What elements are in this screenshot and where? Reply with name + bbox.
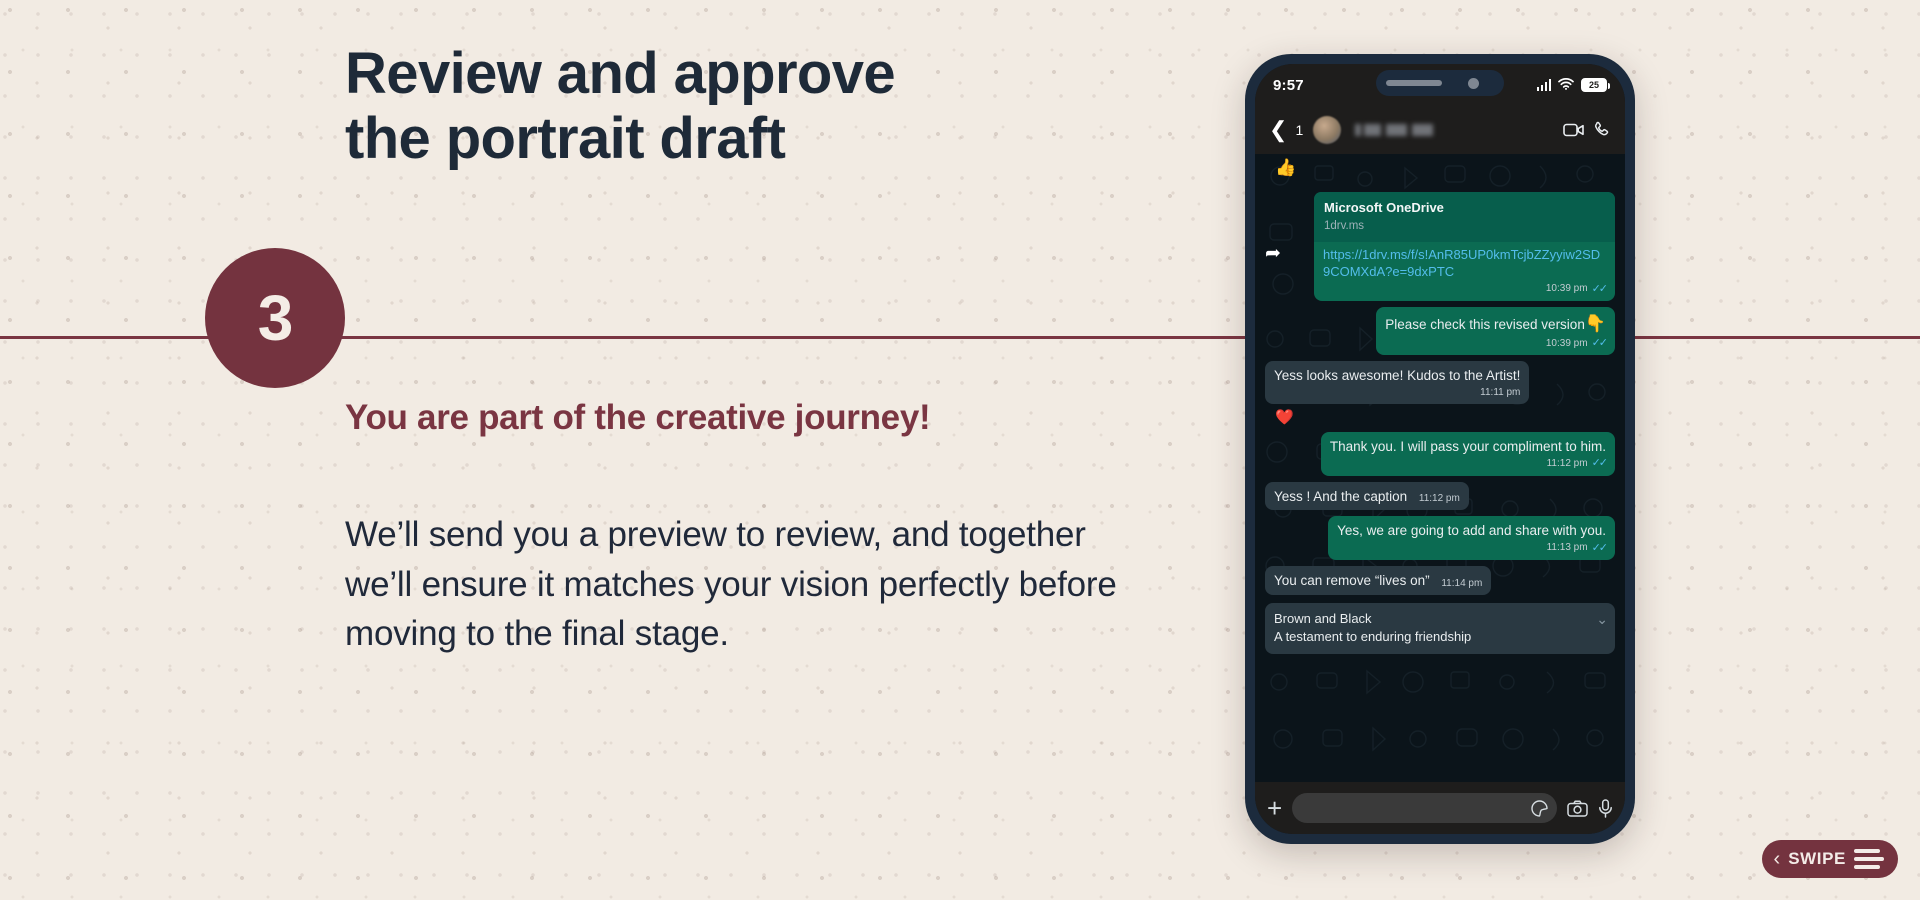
phone-screen: 9:57 25 ❮ 1 👍 ➦ Microsoft OneDrive 1drv.… — [1255, 64, 1625, 834]
message-text: Yess looks awesome! Kudos to the Artist! — [1274, 368, 1521, 384]
message-bubble-incoming[interactable]: Yess ! And the caption 11:12 pm — [1265, 481, 1469, 511]
message-timestamp: 11:12 pm — [1418, 493, 1460, 505]
message-meta: 10:39 pm ✓✓ — [1385, 336, 1609, 350]
message-row[interactable]: Yess looks awesome! Kudos to the Artist!… — [1265, 361, 1615, 404]
phone-mockup: 9:57 25 ❮ 1 👍 ➦ Microsoft OneDrive 1drv.… — [1245, 54, 1635, 844]
message-bubble-outgoing[interactable]: Microsoft OneDrive 1drv.ms https://1drv.… — [1314, 192, 1615, 301]
subtitle: You are part of the creative journey! — [345, 398, 931, 437]
read-receipt-icon: ✓✓ — [1591, 337, 1609, 349]
message-text: Yes, we are going to add and share with … — [1337, 523, 1606, 539]
chat-message-list[interactable]: 👍 ➦ Microsoft OneDrive 1drv.ms https://1… — [1255, 154, 1625, 782]
message-timestamp: 11:11 pm — [1480, 386, 1521, 398]
page-title: Review and approve the portrait draft — [345, 41, 896, 171]
sticker-icon[interactable] — [1531, 799, 1548, 817]
message-bubble-outgoing[interactable]: Thank you. I will pass your compliment t… — [1320, 431, 1615, 476]
thumbs-up-emoji-icon: 👍 — [1275, 158, 1297, 177]
unread-count-badge: 1 — [1295, 122, 1304, 138]
avatar[interactable] — [1313, 116, 1342, 144]
message-timestamp: 11:12 pm — [1546, 458, 1588, 470]
status-indicators: 25 — [1536, 77, 1610, 94]
status-bar: 9:57 25 — [1255, 64, 1625, 106]
message-input-field[interactable] — [1292, 793, 1557, 823]
plus-icon[interactable]: + — [1267, 795, 1282, 821]
message-timestamp: 10:39 pm — [1545, 337, 1588, 349]
message-text: You can remove “lives on” — [1274, 573, 1430, 589]
message-row[interactable]: Yes, we are going to add and share with … — [1265, 516, 1615, 561]
swipe-label: SWIPE — [1788, 849, 1846, 868]
message-row[interactable]: Please check this revised version👇 10:39… — [1265, 306, 1615, 356]
message-bubble-caption-draft[interactable]: Brown and Black A testament to enduring … — [1265, 602, 1615, 654]
message-reaction-row: 👍 — [1275, 158, 1615, 178]
chevron-down-icon[interactable]: ⌄ — [1596, 610, 1608, 629]
message-row[interactable]: Thank you. I will pass your compliment t… — [1265, 431, 1615, 476]
link-preview-title: Microsoft OneDrive — [1324, 200, 1444, 215]
message-meta: 11:12 pm ✓✓ — [1330, 456, 1609, 470]
message-timestamp: 10:39 pm — [1545, 283, 1588, 295]
earpiece-speaker — [1386, 80, 1442, 86]
contact-name-redacted[interactable] — [1355, 124, 1555, 136]
message-bubble-incoming[interactable]: Yess looks awesome! Kudos to the Artist!… — [1265, 361, 1530, 404]
wifi-icon — [1558, 77, 1574, 94]
body-text: We’ll send you a preview to review, and … — [345, 515, 1117, 654]
message-text: Thank you. I will pass your compliment t… — [1329, 438, 1606, 454]
message-row[interactable]: Brown and Black A testament to enduring … — [1265, 602, 1615, 654]
hamburger-icon — [1854, 849, 1884, 869]
message-bubble-incoming[interactable]: You can remove “lives on” 11:14 pm — [1265, 566, 1492, 595]
chevron-left-icon: ‹ — [1773, 848, 1781, 870]
camera-icon[interactable] — [1567, 799, 1588, 817]
message-link-url[interactable]: https://1drv.ms/f/s!AnR85UP0kmTcjbZZyyiw… — [1323, 247, 1606, 281]
caption-subtitle: A testament to enduring friendship — [1274, 628, 1472, 644]
message-reaction-row: ❤️ — [1271, 408, 1615, 426]
video-camera-icon[interactable] — [1563, 122, 1585, 138]
message-row[interactable]: Yess ! And the caption 11:12 pm — [1265, 481, 1615, 511]
microphone-icon[interactable] — [1598, 798, 1613, 818]
point-down-emoji-icon: 👇 — [1584, 313, 1606, 333]
message-row[interactable]: You can remove “lives on” 11:14 pm — [1265, 566, 1615, 595]
step-number-label: 3 — [257, 282, 294, 354]
read-receipt-icon: ✓✓ — [1591, 282, 1609, 295]
phone-notch — [1376, 70, 1504, 96]
heart-emoji-icon: ❤️ — [1275, 408, 1294, 426]
message-meta: 11:12 pm — [1419, 492, 1460, 505]
link-preview-card[interactable]: Microsoft OneDrive 1drv.ms — [1314, 192, 1615, 242]
message-bubble-outgoing[interactable]: Yes, we are going to add and share with … — [1328, 516, 1615, 561]
message-meta: 10:39 pm ✓✓ — [1323, 282, 1609, 296]
link-preview-domain: 1drv.ms — [1324, 219, 1365, 232]
status-clock: 9:57 — [1273, 76, 1304, 94]
battery-icon: 25 — [1581, 78, 1610, 92]
caption-title: Brown and Black — [1274, 610, 1372, 626]
chevron-left-icon[interactable]: ❮ — [1269, 119, 1287, 141]
message-text: Please check this revised version — [1385, 316, 1585, 332]
message-text: Yess ! And the caption — [1274, 488, 1408, 504]
message-row[interactable]: ➦ Microsoft OneDrive 1drv.ms https://1dr… — [1265, 192, 1615, 301]
forwarded-arrow-icon: ➦ — [1265, 243, 1281, 264]
read-receipt-icon: ✓✓ — [1591, 541, 1609, 554]
message-input-bar[interactable]: + — [1255, 782, 1625, 834]
read-receipt-icon: ✓✓ — [1591, 457, 1609, 470]
message-meta: 11:11 pm — [1274, 386, 1520, 399]
message-timestamp: 11:14 pm — [1441, 577, 1483, 589]
battery-percent: 25 — [1588, 80, 1599, 90]
message-meta: 11:13 pm ✓✓ — [1337, 541, 1609, 555]
swipe-button[interactable]: ‹ SWIPE — [1761, 840, 1898, 878]
message-meta: 11:14 pm — [1441, 577, 1482, 590]
chat-header: ❮ 1 — [1255, 106, 1625, 154]
phone-icon[interactable] — [1593, 121, 1611, 139]
slide-canvas: Review and approve the portrait draft 3 Y… — [0, 0, 1920, 900]
message-timestamp: 11:13 pm — [1546, 542, 1588, 554]
step-number-badge: 3 — [205, 248, 345, 388]
front-camera-icon — [1468, 77, 1479, 89]
signal-bars-icon — [1536, 79, 1551, 91]
message-bubble-outgoing[interactable]: Please check this revised version👇 10:39… — [1376, 306, 1615, 356]
